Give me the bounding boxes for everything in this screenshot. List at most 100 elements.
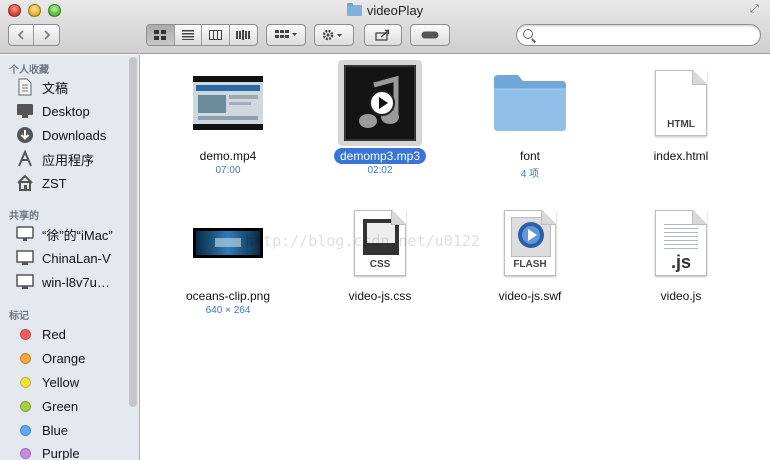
tag-color-icon [15, 349, 35, 367]
column-view-button[interactable] [202, 25, 230, 45]
sidebar-heading-tags: 标记 [9, 311, 29, 322]
sidebar-item-win[interactable]: win-l8v7u… [15, 271, 110, 293]
sidebar-item-label: Blue [42, 422, 69, 438]
tag-color-icon [15, 373, 35, 391]
folder-icon [494, 75, 566, 131]
file-item-demo-mp4[interactable]: demo.mp4 07:00 [153, 60, 303, 176]
tag-color-icon [15, 421, 35, 439]
sidebar-item-label: Purple [42, 445, 80, 460]
html-document-icon: HTML [655, 70, 707, 136]
file-name: font [519, 149, 540, 163]
monitor-icon [15, 249, 35, 267]
window-title-text: videoPlay [366, 3, 424, 18]
file-item-video-js-css[interactable]: CSS video-js.css [305, 200, 455, 304]
sidebar-item-label: 文稿 [42, 80, 69, 96]
sidebar-tag-green[interactable]: Green [15, 395, 78, 417]
grid-icon [154, 30, 167, 40]
edit-tags-button[interactable] [410, 24, 450, 46]
sidebar-item-chinalan[interactable]: ChinaLan-V [15, 247, 111, 269]
js-thumbnail: .js [606, 200, 756, 286]
sidebar-item-label: Yellow [42, 374, 80, 390]
file-item-oceans-clip-png[interactable]: oceans-clip.png 640 × 264 [153, 200, 303, 316]
sidebar-item-label: Green [42, 398, 79, 414]
sidebar-item-label: Orange [42, 350, 86, 366]
share-button[interactable] [364, 24, 402, 46]
file-meta: 02:02 [367, 165, 393, 176]
css-badge-icon [363, 219, 399, 255]
image-thumbnail [153, 200, 303, 286]
sidebar-item-home[interactable]: ZST [15, 172, 67, 194]
file-meta: 640 × 264 [205, 305, 251, 316]
sidebar-item-label: ZST [42, 175, 67, 191]
sidebar-item-imac[interactable]: “徐”的“iMac” [15, 223, 113, 245]
file-item-video-js-swf[interactable]: FLASH video-js.swf [455, 200, 605, 304]
tag-icon [421, 31, 439, 39]
file-badge: HTML [667, 119, 695, 130]
arrange-button[interactable] [266, 24, 306, 46]
sidebar: 个人收藏 文稿 Desktop Downloads 应用程序 ZST 共享的 “… [0, 55, 140, 460]
sidebar-item-downloads[interactable]: Downloads [15, 124, 106, 146]
video-thumbnail [153, 60, 303, 146]
file-grid: demo.mp4 07:00 demomp3.mp3 02:02 font 4 … [141, 55, 770, 460]
file-name: video.js [660, 289, 702, 303]
file-name: demo.mp4 [199, 149, 257, 163]
sidebar-item-label: win-l8v7u… [42, 274, 110, 290]
sidebar-tag-red[interactable]: Red [15, 323, 66, 345]
audio-thumbnail [305, 60, 455, 146]
coverflow-view-button[interactable] [230, 25, 257, 45]
file-item-demomp3-mp3[interactable]: demomp3.mp3 02:02 [305, 60, 455, 176]
sidebar-item-applications[interactable]: 应用程序 [15, 148, 94, 170]
sidebar-tag-blue[interactable]: Blue [15, 419, 68, 441]
sidebar-item-label: Downloads [42, 127, 107, 143]
file-meta: 07:00 [215, 165, 241, 176]
sidebar-item-label: “徐”的“iMac” [42, 227, 113, 243]
desktop-icon [15, 102, 35, 120]
download-icon [15, 126, 35, 144]
columns-icon [208, 30, 222, 40]
sidebar-item-label: Desktop [42, 103, 90, 119]
chevron-left-icon [17, 30, 24, 40]
red-tag-dot [19, 328, 31, 340]
sidebar-item-documents[interactable]: 文稿 [15, 76, 68, 98]
sidebar-heading-favorites: 个人收藏 [9, 65, 49, 76]
fullscreen-icon[interactable]: ⤢ [750, 3, 762, 15]
sidebar-item-label: ChinaLan-V [42, 250, 111, 266]
sidebar-scrollbar[interactable] [129, 57, 137, 407]
swf-thumbnail: FLASH [455, 200, 605, 286]
home-icon [15, 174, 35, 192]
window-title: videoPlay [0, 3, 770, 18]
tag-color-icon [15, 444, 35, 460]
selection-highlight [338, 60, 422, 146]
file-item-font-folder[interactable]: font 4 项 [455, 60, 605, 180]
icon-view-button[interactable] [147, 25, 175, 45]
folder-icon [346, 3, 362, 16]
file-name: demomp3.mp3 [333, 148, 427, 164]
tag-color-icon [15, 397, 35, 415]
forward-button[interactable] [34, 25, 59, 45]
search-field[interactable] [516, 24, 761, 46]
purple-tag-dot [19, 447, 31, 459]
code-lines [664, 221, 698, 251]
search-icon [523, 29, 533, 39]
monitor-icon [15, 273, 35, 291]
file-item-index-html[interactable]: HTML index.html [606, 60, 756, 164]
sidebar-heading-shared: 共享的 [9, 211, 39, 222]
sidebar-tag-orange[interactable]: Orange [15, 347, 85, 369]
sidebar-tag-yellow[interactable]: Yellow [15, 371, 79, 393]
back-button[interactable] [9, 25, 35, 45]
file-meta: 4 项 [520, 169, 540, 180]
view-mode-control [146, 24, 258, 46]
file-badge: FLASH [513, 259, 547, 270]
back-forward-control [8, 24, 60, 46]
list-view-button[interactable] [175, 25, 202, 45]
file-name: video-js.swf [498, 289, 562, 303]
sidebar-tag-purple[interactable]: Purple [15, 442, 80, 460]
sidebar-item-desktop[interactable]: Desktop [15, 100, 90, 122]
document-icon [15, 78, 35, 96]
file-item-video-js[interactable]: .js video.js [606, 200, 756, 304]
css-document-icon: CSS [354, 210, 406, 276]
image-file-icon [193, 228, 263, 258]
arrange-icon [275, 30, 297, 38]
action-button[interactable] [314, 24, 354, 46]
flash-badge-icon [511, 217, 551, 257]
